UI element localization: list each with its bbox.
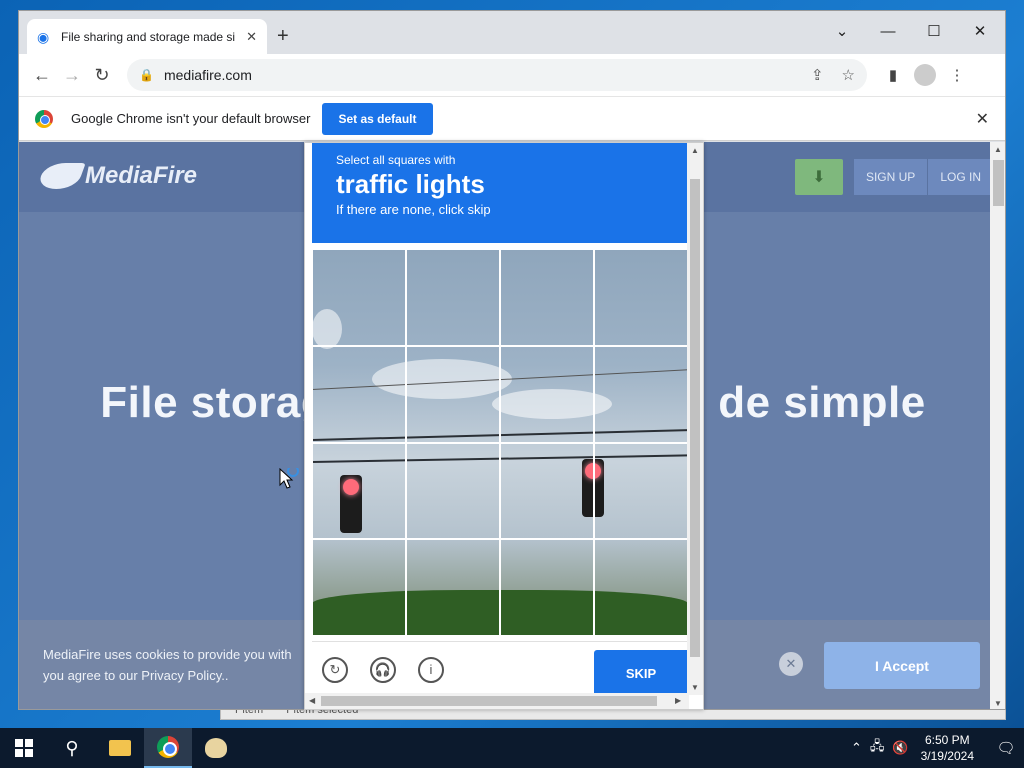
clock-time: 6:50 PM	[924, 733, 970, 747]
window-controls: ⌄ — ☐ ✕	[819, 17, 1003, 45]
captcha-cell[interactable]	[406, 249, 500, 346]
file-explorer-icon[interactable]	[96, 728, 144, 768]
tab-close-icon[interactable]: ✕	[246, 29, 257, 45]
captcha-cell[interactable]	[312, 539, 406, 636]
signup-button[interactable]: SIGN UP	[852, 159, 928, 195]
scroll-up-arrow-icon[interactable]: ▲	[994, 145, 1002, 154]
captcha-hint: If there are none, click skip	[336, 202, 491, 217]
captcha-instruction: Select all squares with	[336, 153, 456, 167]
cookie-text-line2: you agree to our Privacy Policy..	[43, 668, 229, 683]
captcha-vscroll-thumb[interactable]	[690, 179, 700, 657]
captcha-footer: ↻ 🎧 i SKIP	[312, 641, 688, 697]
search-icon[interactable]: ⚲	[48, 728, 96, 768]
mediafire-logo[interactable]: MediaFire	[36, 162, 198, 190]
url-text: mediafire.com	[163, 67, 252, 83]
tab-title: File sharing and storage made si	[61, 29, 236, 44]
audio-challenge-icon[interactable]: 🎧	[370, 656, 396, 683]
network-icon[interactable]: 🖧	[870, 737, 885, 759]
accept-cookies-button[interactable]: I Accept	[824, 642, 980, 689]
upload-icon[interactable]: ⬇	[794, 159, 843, 195]
bookmark-star-icon[interactable]: ☆	[842, 66, 855, 84]
paint-taskbar-icon[interactable]	[192, 728, 240, 768]
hero-text-right: de simple	[718, 378, 926, 427]
back-button[interactable]: ←	[27, 60, 57, 90]
side-panel-icon[interactable]: ▮	[877, 59, 909, 91]
chrome-logo-icon	[35, 109, 53, 128]
menu-kebab-icon[interactable]: ⋮	[941, 59, 973, 91]
captcha-challenge: Select all squares with traffic lights I…	[304, 142, 704, 710]
page-scrollbar[interactable]: ▲ ▼	[990, 142, 1005, 709]
captcha-cells	[312, 249, 688, 636]
mediafire-favicon-icon: ◉	[37, 28, 50, 45]
forward-button[interactable]: →	[57, 60, 87, 90]
volume-muted-icon[interactable]: 🔇	[892, 740, 908, 756]
lock-icon[interactable]: 🔒	[139, 68, 154, 82]
captcha-hscroll-thumb[interactable]	[321, 696, 657, 706]
captcha-cell[interactable]	[406, 539, 500, 636]
clock[interactable]: 6:50 PM 3/19/2024	[921, 732, 974, 764]
set-as-default-button[interactable]: Set as default	[322, 102, 433, 135]
captcha-vertical-scrollbar[interactable]: ▲ ▼	[687, 143, 703, 695]
captcha-cell[interactable]	[500, 442, 594, 540]
windows-logo-icon	[15, 739, 33, 757]
reload-button[interactable]: ↻	[87, 60, 117, 90]
system-tray: ⌃ 🖧 🔇 6:50 PM 3/19/2024 🗨	[847, 728, 1024, 768]
page-scroll-thumb[interactable]	[993, 160, 1004, 206]
captcha-cell[interactable]	[594, 345, 688, 443]
captcha-cell[interactable]	[312, 442, 406, 540]
captcha-cell[interactable]	[500, 249, 594, 346]
logo-text: MediaFire	[85, 162, 198, 189]
close-window-button[interactable]: ✕	[957, 17, 1003, 45]
captcha-horizontal-scrollbar[interactable]: ◀ ▶	[305, 693, 689, 709]
new-tab-button[interactable]: +	[277, 25, 289, 48]
captcha-scroll-up-icon[interactable]: ▲	[691, 146, 699, 155]
cookie-text-line1: MediaFire uses cookies to provide you wi…	[43, 647, 292, 662]
clock-date: 3/19/2024	[920, 749, 974, 763]
skip-button[interactable]: SKIP	[594, 650, 688, 696]
captcha-cell[interactable]	[406, 345, 500, 443]
tab-search-icon[interactable]: ⌄	[819, 17, 865, 45]
start-button[interactable]	[0, 728, 48, 768]
mediafire-flame-icon	[36, 163, 86, 189]
maximize-button[interactable]: ☐	[911, 17, 957, 45]
captcha-target: traffic lights	[336, 169, 485, 199]
captcha-image-grid	[312, 249, 688, 636]
profile-avatar[interactable]	[914, 64, 936, 86]
captcha-cell[interactable]	[594, 442, 688, 540]
chrome-taskbar-icon[interactable]	[144, 728, 192, 768]
captcha-cell[interactable]	[312, 249, 406, 346]
captcha-header: Select all squares with traffic lights I…	[312, 143, 688, 243]
infobar-close-icon[interactable]: ✕	[976, 109, 989, 129]
default-browser-infobar: Google Chrome isn't your default browser…	[19, 96, 1005, 141]
captcha-cell[interactable]	[500, 345, 594, 443]
cookie-close-icon[interactable]: ✕	[779, 652, 803, 676]
browser-toolbar: ← → ↻ 🔒 mediafire.com ⇪ ☆ ▮ ⋮	[19, 54, 1005, 96]
captcha-cell[interactable]	[500, 539, 594, 636]
info-icon[interactable]: i	[418, 656, 444, 683]
captcha-cell[interactable]	[312, 345, 406, 443]
hero-text-left: File storag	[100, 378, 329, 427]
captcha-scroll-down-icon[interactable]: ▼	[691, 683, 699, 692]
minimize-button[interactable]: —	[865, 17, 911, 45]
captcha-cell[interactable]	[406, 442, 500, 540]
infobar-message: Google Chrome isn't your default browser	[71, 111, 311, 126]
scroll-down-arrow-icon[interactable]: ▼	[994, 699, 1002, 708]
captcha-cell[interactable]	[594, 249, 688, 346]
notification-icon[interactable]: 🗨	[988, 739, 1024, 757]
windows-taskbar: ⚲ ⌃ 🖧 🔇 6:50 PM 3/19/2024 🗨	[0, 728, 1024, 768]
tab-mediafire[interactable]: ◉ File sharing and storage made si ✕	[27, 19, 267, 54]
share-icon[interactable]: ⇪	[811, 66, 824, 84]
reload-challenge-icon[interactable]: ↻	[322, 656, 348, 683]
captcha-scroll-left-icon[interactable]: ◀	[309, 696, 315, 705]
captcha-scroll-right-icon[interactable]: ▶	[675, 696, 681, 705]
captcha-cell[interactable]	[594, 539, 688, 636]
tab-strip: ◉ File sharing and storage made si ✕ + ⌄…	[19, 11, 1005, 54]
tray-chevron-icon[interactable]: ⌃	[851, 740, 862, 756]
login-button[interactable]: LOG IN	[927, 159, 993, 195]
address-bar[interactable]: 🔒 mediafire.com ⇪ ☆	[127, 59, 867, 91]
